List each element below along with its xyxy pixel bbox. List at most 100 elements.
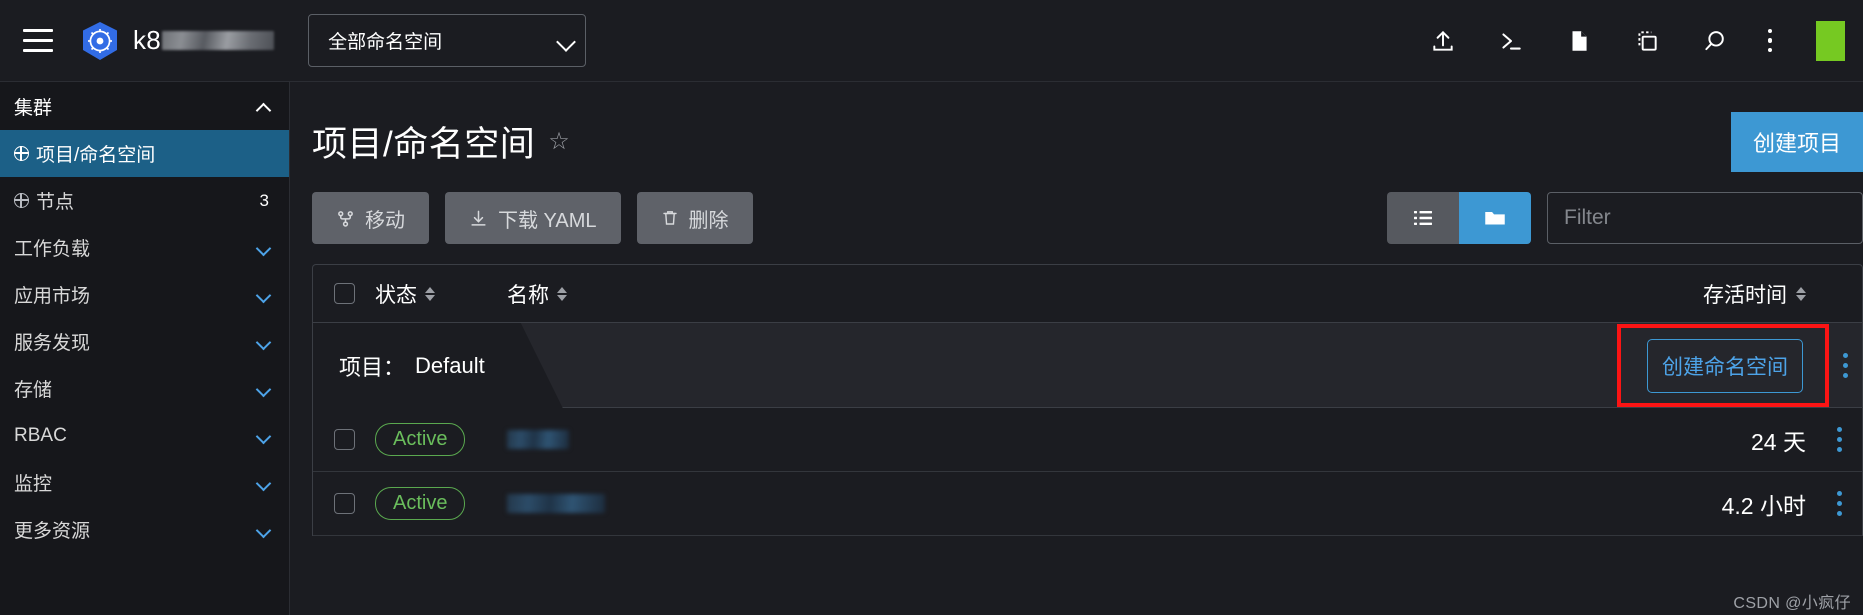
kebab-dot — [1767, 28, 1772, 34]
column-header-name-label: 名称 — [507, 283, 549, 307]
sidebar-item-label: 服务发现 — [14, 333, 91, 354]
chevron-down-icon — [258, 524, 269, 535]
kubernetes-helm-logo — [78, 19, 122, 63]
row-more-vertical-icon[interactable] — [1836, 491, 1842, 516]
row-select-cell — [313, 429, 375, 450]
sidebar-item-nodes[interactable]: 节点 3 — [0, 177, 289, 224]
row-name-cell[interactable] — [507, 430, 1606, 449]
sidebar-item-content: 服务发现 — [14, 328, 90, 355]
sidebar-item-content: RBAC — [14, 425, 67, 447]
folder-view-icon[interactable] — [1459, 192, 1531, 244]
hamburger-bar — [23, 29, 53, 32]
page-title: 项目/命名空间 — [312, 125, 536, 164]
globe-icon — [13, 145, 29, 161]
sidebar-item-content: 工作负载 — [14, 234, 90, 261]
create-project-button[interactable]: 创建项目 — [1730, 111, 1863, 172]
resource-table: 状态 名称 存活时间 项目： Default 创建命名空间 Active 24 … — [312, 264, 1863, 536]
terminal-icon[interactable] — [1496, 26, 1526, 56]
row-status-cell: Active — [375, 487, 507, 520]
column-header-status[interactable]: 状态 — [375, 279, 507, 309]
sort-desc-arrow — [425, 294, 435, 301]
sort-icon[interactable] — [557, 286, 567, 301]
brand-logo-area[interactable]: k8 — [78, 19, 275, 63]
row-select-cell — [313, 493, 375, 514]
user-avatar[interactable] — [1816, 20, 1845, 61]
sort-desc-arrow — [1796, 294, 1806, 301]
annotation-highlight-box: 创建命名空间 — [1617, 324, 1829, 407]
file-icon[interactable] — [1564, 26, 1594, 56]
sidebar-item-label: 项目/命名空间 — [36, 145, 156, 166]
download-yaml-label: 下载 YAML — [498, 209, 597, 232]
page-header: 项目/命名空间 ☆ 创建项目 — [312, 82, 1863, 174]
kebab-dot — [1843, 353, 1848, 358]
row-age-value: 4.2 小时 — [1721, 492, 1806, 519]
row-actions-cell — [1816, 427, 1862, 452]
sidebar-item-projects-namespaces[interactable]: 项目/命名空间 — [0, 130, 289, 177]
project-group-row: 项目： Default 创建命名空间 — [313, 323, 1862, 408]
sidebar-item-storage[interactable]: 存储 — [0, 365, 289, 412]
list-view-icon[interactable] — [1387, 192, 1459, 244]
kebab-dot — [1843, 373, 1848, 378]
project-group-actions: 创建命名空间 — [1617, 323, 1862, 408]
create-namespace-button[interactable]: 创建命名空间 — [1647, 338, 1803, 393]
sort-icon[interactable] — [425, 286, 435, 301]
column-header-age[interactable]: 存活时间 — [1606, 279, 1816, 309]
select-all-checkbox[interactable] — [333, 283, 355, 304]
chevron-down-icon — [258, 289, 269, 300]
chevron-down-icon — [258, 430, 269, 441]
copy-icon[interactable] — [1632, 26, 1662, 56]
sidebar-item-workloads[interactable]: 工作负载 — [0, 224, 289, 271]
row-checkbox[interactable] — [333, 493, 355, 514]
kebab-dot — [1836, 501, 1842, 506]
kebab-dot — [1767, 38, 1772, 43]
more-vertical-icon[interactable] — [1767, 28, 1772, 53]
sidebar-item-rbac[interactable]: RBAC — [0, 412, 289, 459]
namespace-name-redacted — [507, 430, 569, 449]
kebab-dot — [1843, 363, 1848, 368]
table-row[interactable]: Active 4.2 小时 — [313, 472, 1862, 536]
sidebar-item-content: 存储 — [14, 375, 52, 402]
row-name-cell[interactable] — [507, 494, 1606, 513]
row-age-cell: 4.2 小时 — [1606, 487, 1816, 521]
status-badge: Active — [375, 487, 466, 520]
kebab-dot — [1767, 47, 1772, 53]
project-group-banner: 项目： Default — [313, 323, 563, 408]
chevron-down-icon — [258, 477, 269, 488]
row-checkbox[interactable] — [333, 429, 355, 450]
filter-input[interactable] — [1547, 192, 1863, 244]
search-icon[interactable] — [1700, 26, 1730, 56]
column-header-status-label: 状态 — [375, 283, 417, 307]
sidebar-group-cluster[interactable]: 集群 — [0, 82, 289, 130]
namespace-selector[interactable]: 全部命名空间 — [308, 14, 587, 67]
sort-desc-arrow — [557, 294, 567, 301]
kebab-dot — [1836, 437, 1842, 442]
project-group-label: 项目： — [339, 354, 406, 380]
sidebar-item-more-resources[interactable]: 更多资源 — [0, 506, 289, 553]
table-row[interactable]: Active 24 天 — [313, 408, 1862, 472]
delete-button-label: 删除 — [688, 209, 729, 232]
row-more-vertical-icon[interactable] — [1836, 427, 1842, 452]
column-header-age-label: 存活时间 — [1703, 283, 1787, 307]
brand-name-text: k8 — [133, 25, 162, 55]
brand-name: k8 — [133, 25, 275, 56]
sidebar-item-label: 工作负载 — [14, 239, 91, 260]
project-group-value: Default — [415, 352, 485, 378]
sort-asc-arrow — [425, 286, 435, 293]
row-actions-cell — [1816, 491, 1862, 516]
sidebar-item-service-discovery[interactable]: 服务发现 — [0, 318, 289, 365]
action-toolbar: 移动 下载 YAML 删除 — [312, 174, 1863, 244]
column-header-name[interactable]: 名称 — [507, 279, 1606, 309]
globe-icon — [13, 192, 29, 208]
delete-button[interactable]: 删除 — [636, 192, 753, 244]
sidebar-item-label: RBAC — [14, 424, 67, 446]
move-button[interactable]: 移动 — [312, 192, 429, 244]
hamburger-icon[interactable] — [18, 21, 58, 61]
project-row-more-vertical-icon[interactable] — [1829, 353, 1862, 378]
sidebar-item-monitoring[interactable]: 监控 — [0, 459, 289, 506]
sort-icon[interactable] — [1796, 286, 1806, 301]
upload-icon[interactable] — [1428, 26, 1458, 56]
star-icon[interactable]: ☆ — [548, 129, 570, 154]
kebab-dot — [1836, 427, 1842, 432]
sidebar-item-apps[interactable]: 应用市场 — [0, 271, 289, 318]
download-yaml-button[interactable]: 下载 YAML — [445, 192, 621, 244]
